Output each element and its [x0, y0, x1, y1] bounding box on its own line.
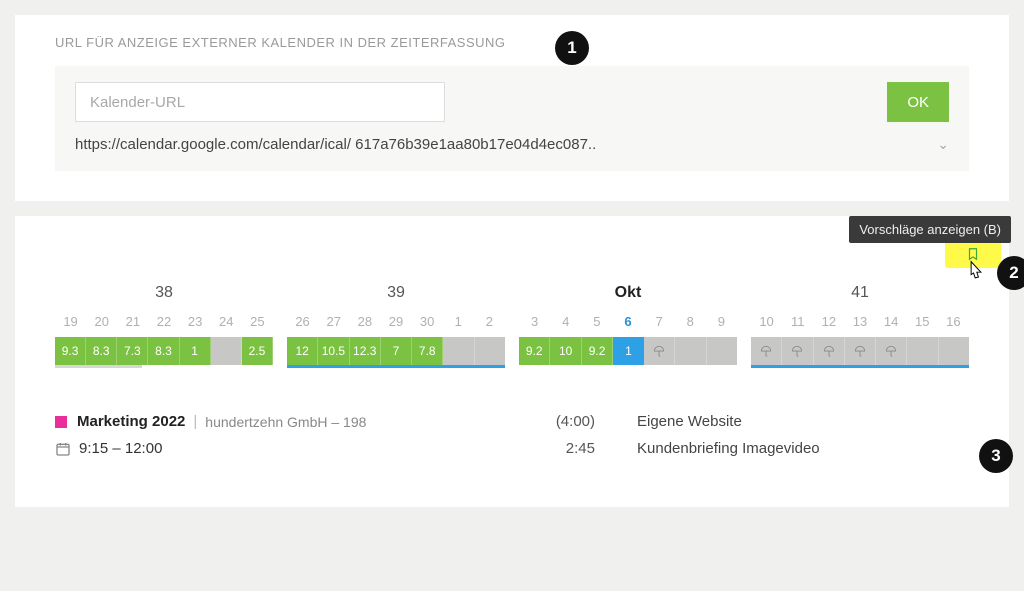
week-Okt: Okt34567899.2109.21 — [519, 284, 737, 365]
day-number[interactable]: 25 — [242, 314, 273, 337]
project-client: hundertzehn GmbH – 198 — [205, 414, 366, 430]
day-cell[interactable] — [443, 337, 474, 365]
day-cell[interactable] — [675, 337, 706, 365]
section-title: URL FÜR ANZEIGE EXTERNER KALENDER IN DER… — [55, 35, 969, 50]
day-number[interactable]: 4 — [550, 314, 581, 337]
day-cell[interactable] — [939, 337, 969, 365]
calendar-icon — [55, 441, 71, 457]
day-number[interactable]: 26 — [287, 314, 318, 337]
entry-time-range: 9:15 – 12:00 — [79, 440, 162, 457]
day-cell[interactable] — [211, 337, 242, 365]
day-cell[interactable]: 9.2 — [519, 337, 550, 365]
listed-calendar-url[interactable]: https://calendar.google.com/calendar/ica… — [75, 136, 949, 153]
day-cell[interactable] — [751, 337, 782, 365]
week-label: 39 — [287, 284, 505, 302]
tooltip-suggestions: Vorschläge anzeigen (B) — [849, 216, 1011, 243]
day-cell[interactable]: 2.5 — [242, 337, 273, 365]
day-number[interactable]: 24 — [211, 314, 242, 337]
day-number[interactable]: 19 — [55, 314, 86, 337]
day-cell[interactable]: 9.2 — [582, 337, 613, 365]
external-calendar-panel: URL FÜR ANZEIGE EXTERNER KALENDER IN DER… — [15, 15, 1009, 201]
day-cell[interactable]: 12 — [287, 337, 318, 365]
timesheet-panel: Vorschläge anzeigen (B) 2 38192021222324… — [15, 216, 1009, 507]
day-cell[interactable]: 7.8 — [412, 337, 443, 365]
day-cell[interactable] — [707, 337, 737, 365]
day-cell[interactable]: 7 — [381, 337, 412, 365]
day-cell[interactable] — [644, 337, 675, 365]
time-entries: Marketing 2022 | hundertzehn GmbH – 198 … — [55, 413, 969, 457]
day-number[interactable]: 16 — [938, 314, 969, 337]
url-box: OK https://calendar.google.com/calendar/… — [55, 66, 969, 171]
day-number[interactable]: 30 — [412, 314, 443, 337]
day-number[interactable]: 13 — [844, 314, 875, 337]
day-number[interactable]: 27 — [318, 314, 349, 337]
day-number[interactable]: 5 — [581, 314, 612, 337]
day-cell[interactable] — [876, 337, 907, 365]
day-number[interactable]: 28 — [349, 314, 380, 337]
badge-3: 3 — [979, 439, 1013, 473]
week-label: Okt — [519, 284, 737, 302]
entry-project-line[interactable]: Marketing 2022 | hundertzehn GmbH – 198 … — [55, 413, 969, 430]
day-cell[interactable]: 8.3 — [86, 337, 117, 365]
entry-time-line[interactable]: 9:15 – 12:00 2:45 Kundenbriefing Imagevi… — [55, 440, 969, 457]
day-cell[interactable] — [845, 337, 876, 365]
day-cell[interactable] — [907, 337, 938, 365]
day-cell[interactable] — [782, 337, 813, 365]
day-number[interactable]: 7 — [644, 314, 675, 337]
day-cell[interactable]: 12.3 — [350, 337, 381, 365]
week-38: 38192021222324259.38.37.38.312.5 — [55, 284, 273, 365]
week-39: 392627282930121210.512.377.8 — [287, 284, 505, 365]
week-41: 41 10111213141516 — [751, 284, 969, 365]
entry-desc-1: Eigene Website — [637, 413, 742, 430]
day-cell[interactable]: 10.5 — [318, 337, 349, 365]
day-number[interactable]: 21 — [117, 314, 148, 337]
day-number[interactable]: 1 — [443, 314, 474, 337]
day-number[interactable]: 15 — [907, 314, 938, 337]
day-number[interactable]: 2 — [474, 314, 505, 337]
day-number[interactable]: 23 — [180, 314, 211, 337]
week-label: 38 — [55, 284, 273, 302]
day-cell[interactable]: 1 — [180, 337, 211, 365]
day-cell[interactable]: 1 — [613, 337, 643, 365]
day-number[interactable]: 14 — [876, 314, 907, 337]
calendar-url-input[interactable] — [75, 82, 445, 122]
day-cell[interactable]: 7.3 — [117, 337, 148, 365]
day-number[interactable]: 20 — [86, 314, 117, 337]
badge-2: 2 — [997, 256, 1024, 290]
day-number[interactable]: 22 — [148, 314, 179, 337]
day-number[interactable]: 12 — [813, 314, 844, 337]
badge-1: 1 — [555, 31, 589, 65]
day-number[interactable]: 8 — [675, 314, 706, 337]
day-number[interactable]: 9 — [706, 314, 737, 337]
day-cell[interactable]: 8.3 — [148, 337, 179, 365]
ok-button[interactable]: OK — [887, 82, 949, 122]
day-number[interactable]: 6 — [612, 314, 643, 337]
entry-desc-2: Kundenbriefing Imagevideo — [637, 440, 820, 457]
chevron-down-icon: ⌄ — [937, 136, 949, 153]
day-number[interactable]: 29 — [380, 314, 411, 337]
day-cell[interactable]: 9.3 — [55, 337, 86, 365]
day-cell[interactable]: 10 — [550, 337, 581, 365]
project-color-dot — [55, 416, 67, 428]
project-name: Marketing 2022 — [77, 413, 185, 430]
listed-url-text: https://calendar.google.com/calendar/ica… — [75, 136, 596, 153]
day-cell[interactable] — [475, 337, 505, 365]
weeks-strip: 38192021222324259.38.37.38.312.539262728… — [55, 284, 969, 365]
cursor-pointer-icon — [963, 258, 989, 288]
week-label: 41 — [751, 284, 969, 302]
day-number[interactable]: 10 — [751, 314, 782, 337]
entry-duration: 2:45 — [505, 440, 595, 457]
day-cell[interactable] — [814, 337, 845, 365]
day-number[interactable]: 11 — [782, 314, 813, 337]
entry-total-duration: (4:00) — [505, 413, 595, 430]
day-number[interactable]: 3 — [519, 314, 550, 337]
